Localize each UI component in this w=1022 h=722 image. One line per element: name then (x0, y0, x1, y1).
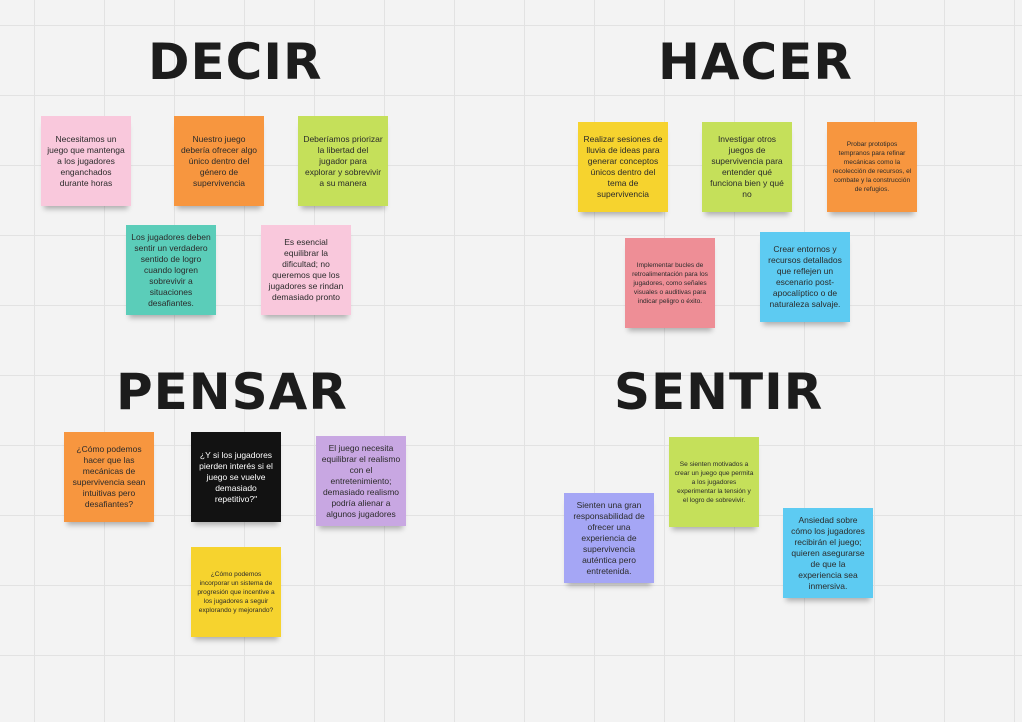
section-title-decir: DECIR (148, 33, 323, 91)
sticky-note-text: Investigar otros juegos de supervivencia… (710, 134, 784, 199)
section-title-sentir: SENTIR (614, 363, 824, 421)
sticky-note[interactable]: Se sienten motivados a crear un juego qu… (669, 437, 759, 527)
sticky-note-text: Nuestro juego debería ofrecer algo único… (180, 133, 258, 188)
sticky-note[interactable]: Necesitamos un juego que mantenga a los … (41, 116, 131, 206)
sticky-note-text: Los jugadores deben sentir un verdadero … (131, 231, 211, 308)
section-title-pensar: PENSAR (116, 363, 348, 421)
sticky-note-text: Sienten una gran responsabilidad de ofre… (573, 499, 645, 576)
sticky-note[interactable]: Realizar sesiones de lluvia de ideas par… (578, 122, 668, 212)
sticky-note-text: Crear entornos y recursos detallados que… (768, 244, 842, 309)
section-title-hacer: HACER (658, 33, 853, 91)
whiteboard-canvas[interactable]: DECIR HACER PENSAR SENTIR Necesitamos un… (0, 0, 1022, 722)
sticky-note[interactable]: Investigar otros juegos de supervivencia… (702, 122, 792, 212)
sticky-note-text: Realizar sesiones de lluvia de ideas par… (583, 134, 663, 199)
sticky-note[interactable]: Probar prototipos tempranos para refinar… (827, 122, 917, 212)
sticky-note-text: Necesitamos un juego que mantenga a los … (47, 133, 125, 188)
sticky-note[interactable]: Sienten una gran responsabilidad de ofre… (564, 493, 654, 583)
sticky-note[interactable]: Los jugadores deben sentir un verdadero … (126, 225, 216, 315)
sticky-note[interactable]: Nuestro juego debería ofrecer algo único… (174, 116, 264, 206)
sticky-note-text: ¿Cómo podemos hacer que las mecánicas de… (72, 444, 146, 509)
sticky-note[interactable]: Crear entornos y recursos detallados que… (760, 232, 850, 322)
sticky-note[interactable]: Deberíamos priorizar la libertad del jug… (298, 116, 388, 206)
sticky-note-text: Se sienten motivados a crear un juego qu… (674, 460, 754, 504)
sticky-note-text: Ansiedad sobre cómo los jugadores recibi… (791, 514, 865, 591)
sticky-note[interactable]: Ansiedad sobre cómo los jugadores recibi… (783, 508, 873, 598)
sticky-note[interactable]: Implementar bucles de retroalimentación … (625, 238, 715, 328)
sticky-note-text: ¿Y si los jugadores pierden interés si e… (199, 449, 273, 504)
sticky-note-text: Probar prototipos tempranos para refinar… (832, 141, 912, 193)
sticky-note-text: ¿Cómo podemos incorporar un sistema de p… (197, 570, 275, 614)
sticky-note-text: Deberíamos priorizar la libertad del jug… (303, 133, 383, 188)
sticky-note[interactable]: ¿Cómo podemos hacer que las mecánicas de… (64, 432, 154, 522)
sticky-note-text: El juego necesita equilibrar el realismo… (321, 442, 401, 519)
sticky-note[interactable]: ¿Cómo podemos incorporar un sistema de p… (191, 547, 281, 637)
sticky-note[interactable]: ¿Y si los jugadores pierden interés si e… (191, 432, 281, 522)
sticky-note[interactable]: El juego necesita equilibrar el realismo… (316, 436, 406, 526)
sticky-note[interactable]: Es esencial equilibrar la dificultad; no… (261, 225, 351, 315)
sticky-note-text: Implementar bucles de retroalimentación … (632, 261, 708, 305)
sticky-note-text: Es esencial equilibrar la dificultad; no… (268, 237, 344, 302)
